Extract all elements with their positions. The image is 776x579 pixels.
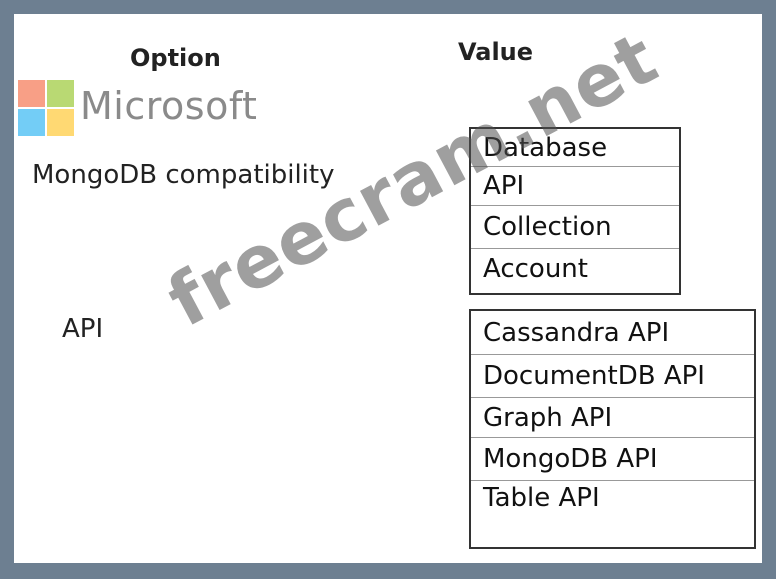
value-list-api: Cassandra API DocumentDB API Graph API M… bbox=[469, 309, 756, 549]
value-option-graph-api[interactable]: Graph API bbox=[471, 398, 754, 438]
content-panel: Option Value Microsoft MongoDB compatibi… bbox=[14, 14, 762, 563]
option-label-api: API bbox=[62, 314, 104, 344]
value-option-database[interactable]: Database bbox=[471, 129, 679, 167]
value-option-collection[interactable]: Collection bbox=[471, 206, 679, 249]
value-list-mongodb-compatibility: Database API Collection Account bbox=[469, 127, 681, 295]
value-header: Value bbox=[458, 38, 534, 66]
option-label-mongodb-compatibility: MongoDB compatibility bbox=[32, 160, 335, 190]
value-option-mongodb-api[interactable]: MongoDB API bbox=[471, 438, 754, 481]
microsoft-logo-text: Microsoft bbox=[80, 84, 258, 128]
value-option-documentdb-api[interactable]: DocumentDB API bbox=[471, 355, 754, 398]
value-option-account[interactable]: Account bbox=[471, 249, 679, 289]
microsoft-logo-icon bbox=[18, 80, 74, 136]
microsoft-logo: Microsoft bbox=[18, 80, 278, 136]
value-option-cassandra-api[interactable]: Cassandra API bbox=[471, 311, 754, 355]
option-header: Option bbox=[130, 44, 221, 72]
value-option-table-api[interactable]: Table API bbox=[471, 481, 754, 519]
value-option-api[interactable]: API bbox=[471, 167, 679, 206]
